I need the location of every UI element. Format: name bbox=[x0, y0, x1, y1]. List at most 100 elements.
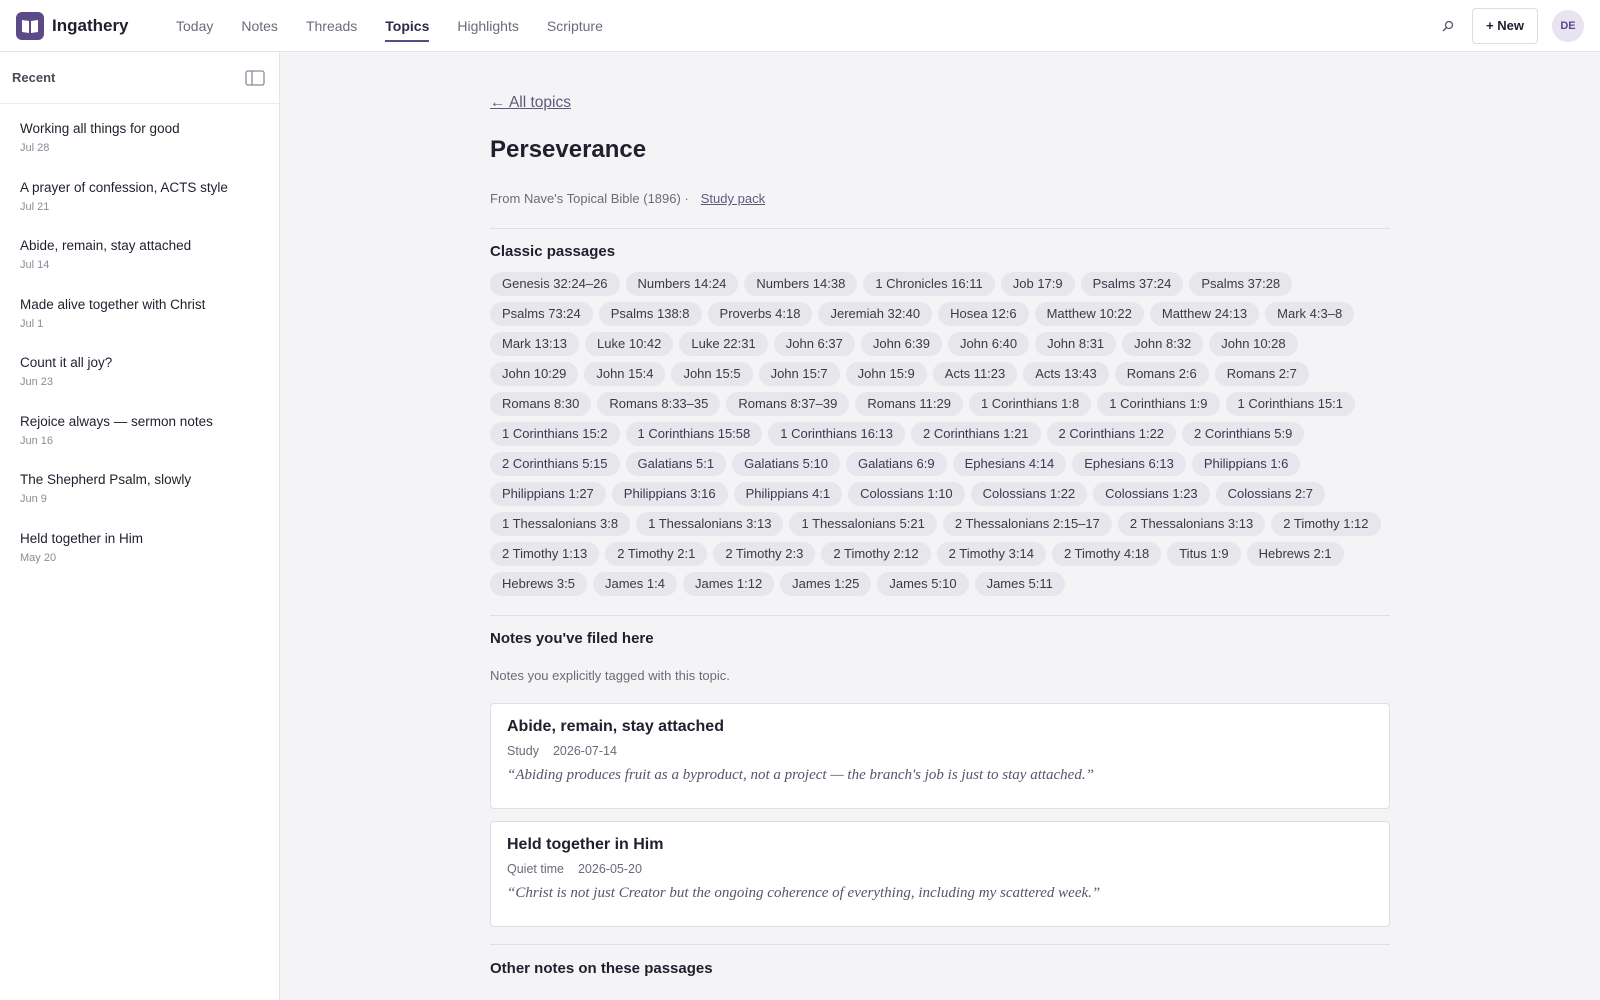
new-button[interactable]: + New bbox=[1472, 7, 1538, 44]
passage-chip[interactable]: Ephesians 6:13 bbox=[1072, 452, 1186, 476]
passage-chip[interactable]: John 15:4 bbox=[584, 362, 666, 386]
recent-item[interactable]: A prayer of confession, ACTS style Jul 2… bbox=[0, 178, 279, 237]
search-icon[interactable] bbox=[1432, 10, 1464, 42]
brand[interactable]: Ingathery bbox=[16, 11, 156, 40]
passage-chip[interactable]: Romans 8:30 bbox=[490, 392, 592, 416]
nav-item-today[interactable]: Today bbox=[176, 0, 213, 52]
passage-chip[interactable]: 1 Corinthians 15:58 bbox=[625, 422, 763, 446]
passage-chip[interactable]: Philippians 1:6 bbox=[1191, 452, 1301, 476]
passage-chip[interactable]: Romans 11:29 bbox=[855, 392, 963, 416]
passage-chip[interactable]: John 8:31 bbox=[1035, 332, 1117, 356]
passage-chip[interactable]: John 15:7 bbox=[758, 362, 840, 386]
passage-chip[interactable]: Matthew 10:22 bbox=[1034, 302, 1144, 326]
passage-chip[interactable]: Philippians 4:1 bbox=[733, 482, 843, 506]
passage-chip[interactable]: Colossians 2:7 bbox=[1215, 482, 1325, 506]
recent-item[interactable]: Made alive together with Christ Jul 1 bbox=[0, 295, 279, 354]
passage-chip[interactable]: Galatians 5:10 bbox=[732, 452, 840, 476]
passage-chip[interactable]: 1 Thessalonians 5:21 bbox=[789, 512, 937, 536]
passage-chip[interactable]: Titus 1:9 bbox=[1167, 542, 1241, 566]
passage-chip[interactable]: 2 Thessalonians 2:15–17 bbox=[942, 512, 1112, 536]
recent-item[interactable]: Rejoice always — sermon notes Jun 16 bbox=[0, 412, 279, 471]
passage-chip[interactable]: Genesis 32:24–26 bbox=[490, 272, 620, 296]
passage-chip[interactable]: 2 Thessalonians 3:13 bbox=[1117, 512, 1266, 536]
recent-item[interactable]: Count it all joy? Jun 23 bbox=[0, 353, 279, 412]
passage-chip[interactable]: Job 17:9 bbox=[1000, 272, 1075, 296]
note-card[interactable]: Abide, remain, stay attached Study 2026-0… bbox=[490, 703, 1390, 809]
avatar[interactable]: DE bbox=[1552, 9, 1584, 42]
passage-chip[interactable]: 1 Corinthians 1:8 bbox=[968, 392, 1092, 416]
passage-chip[interactable]: 1 Chronicles 16:11 bbox=[863, 272, 995, 296]
passage-chip[interactable]: 1 Corinthians 15:1 bbox=[1225, 392, 1356, 416]
passage-chip[interactable]: Mark 13:13 bbox=[490, 332, 580, 356]
passage-chip[interactable]: 2 Timothy 1:13 bbox=[490, 542, 600, 566]
passage-chip[interactable]: Psalms 73:24 bbox=[490, 302, 593, 326]
study-pack-link[interactable]: Study pack bbox=[701, 191, 765, 206]
passage-chip[interactable]: John 10:28 bbox=[1209, 332, 1298, 356]
passage-chip[interactable]: 2 Corinthians 1:21 bbox=[911, 422, 1041, 446]
nav-item-highlights[interactable]: Highlights bbox=[457, 0, 518, 52]
passage-chip[interactable]: 2 Timothy 2:3 bbox=[713, 542, 816, 566]
passage-chip[interactable]: James 1:25 bbox=[780, 572, 872, 596]
passage-chip[interactable]: 2 Corinthians 5:15 bbox=[490, 452, 620, 476]
passage-chip[interactable]: Colossians 1:10 bbox=[848, 482, 965, 506]
nav-item-notes[interactable]: Notes bbox=[241, 0, 278, 52]
recent-item[interactable]: The Shepherd Psalm, slowly Jun 9 bbox=[0, 470, 279, 529]
passage-chip[interactable]: Colossians 1:23 bbox=[1093, 482, 1210, 506]
passage-chip[interactable]: John 15:9 bbox=[845, 362, 927, 386]
recent-item[interactable]: Held together in Him May 20 bbox=[0, 529, 279, 588]
passage-chip[interactable]: Galatians 6:9 bbox=[845, 452, 947, 476]
passage-chip[interactable]: Psalms 37:24 bbox=[1080, 272, 1184, 296]
recent-item[interactable]: Working all things for good Jul 28 bbox=[0, 119, 279, 178]
nav-item-threads[interactable]: Threads bbox=[306, 0, 357, 52]
passage-chip[interactable]: Luke 10:42 bbox=[585, 332, 674, 356]
passage-chip[interactable]: 2 Timothy 2:12 bbox=[821, 542, 931, 566]
recent-item[interactable]: Abide, remain, stay attached Jul 14 bbox=[0, 236, 279, 295]
passage-chip[interactable]: 2 Timothy 1:12 bbox=[1271, 512, 1381, 536]
passage-chip[interactable]: John 10:29 bbox=[490, 362, 579, 386]
passage-chip[interactable]: John 15:5 bbox=[671, 362, 753, 386]
passage-chip[interactable]: Mark 4:3–8 bbox=[1265, 302, 1355, 326]
passage-chip[interactable]: 1 Thessalonians 3:13 bbox=[636, 512, 784, 536]
passage-chip[interactable]: James 1:12 bbox=[682, 572, 775, 596]
passage-chip[interactable]: Hebrews 3:5 bbox=[490, 572, 587, 596]
passage-chip[interactable]: Galatians 5:1 bbox=[625, 452, 727, 476]
passage-chip[interactable]: Luke 22:31 bbox=[679, 332, 768, 356]
passage-chip[interactable]: 2 Timothy 4:18 bbox=[1051, 542, 1162, 566]
passage-chip[interactable]: Psalms 138:8 bbox=[598, 302, 702, 326]
passage-chip[interactable]: Philippians 3:16 bbox=[611, 482, 728, 506]
nav-item-topics[interactable]: Topics bbox=[385, 0, 430, 52]
passage-chip[interactable]: John 8:32 bbox=[1122, 332, 1204, 356]
passage-chip[interactable]: Hebrews 2:1 bbox=[1246, 542, 1344, 566]
passage-chip[interactable]: Psalms 37:28 bbox=[1189, 272, 1293, 296]
all-topics-link[interactable]: ← All topics bbox=[490, 94, 571, 112]
passage-chip[interactable]: Acts 13:43 bbox=[1023, 362, 1109, 386]
passage-chip[interactable]: 2 Timothy 2:1 bbox=[605, 542, 708, 566]
passage-chip[interactable]: Hosea 12:6 bbox=[938, 302, 1029, 326]
passage-chip[interactable]: Acts 11:23 bbox=[932, 362, 1018, 386]
passage-chip[interactable]: Numbers 14:24 bbox=[625, 272, 739, 296]
passage-chip[interactable]: Philippians 1:27 bbox=[490, 482, 606, 506]
passage-chip[interactable]: Jeremiah 32:40 bbox=[818, 302, 933, 326]
passage-chip[interactable]: Romans 2:6 bbox=[1114, 362, 1209, 386]
passage-chip[interactable]: Romans 8:37–39 bbox=[726, 392, 850, 416]
passage-chip[interactable]: Matthew 24:13 bbox=[1149, 302, 1260, 326]
passage-chip[interactable]: 2 Corinthians 1:22 bbox=[1046, 422, 1177, 446]
passage-chip[interactable]: Numbers 14:38 bbox=[744, 272, 858, 296]
passage-chip[interactable]: 1 Corinthians 16:13 bbox=[768, 422, 906, 446]
passage-chip[interactable]: John 6:37 bbox=[773, 332, 855, 356]
passage-chip[interactable]: Ephesians 4:14 bbox=[952, 452, 1067, 476]
nav-item-scripture[interactable]: Scripture bbox=[547, 0, 603, 52]
passage-chip[interactable]: 2 Corinthians 5:9 bbox=[1182, 422, 1305, 446]
passage-chip[interactable]: Colossians 1:22 bbox=[970, 482, 1088, 506]
passage-chip[interactable]: Romans 2:7 bbox=[1214, 362, 1309, 386]
passage-chip[interactable]: James 5:10 bbox=[877, 572, 969, 596]
passage-chip[interactable]: Proverbs 4:18 bbox=[707, 302, 813, 326]
note-card[interactable]: Held together in Him Quiet time 2026-05-2… bbox=[490, 821, 1390, 927]
passage-chip[interactable]: 1 Corinthians 15:2 bbox=[490, 422, 620, 446]
passage-chip[interactable]: 1 Corinthians 1:9 bbox=[1097, 392, 1220, 416]
passage-chip[interactable]: John 6:39 bbox=[860, 332, 942, 356]
passage-chip[interactable]: Romans 8:33–35 bbox=[597, 392, 721, 416]
passage-chip[interactable]: 1 Thessalonians 3:8 bbox=[490, 512, 631, 536]
passage-chip[interactable]: James 5:11 bbox=[974, 572, 1065, 596]
sidebar-toggle-icon[interactable] bbox=[243, 66, 267, 90]
